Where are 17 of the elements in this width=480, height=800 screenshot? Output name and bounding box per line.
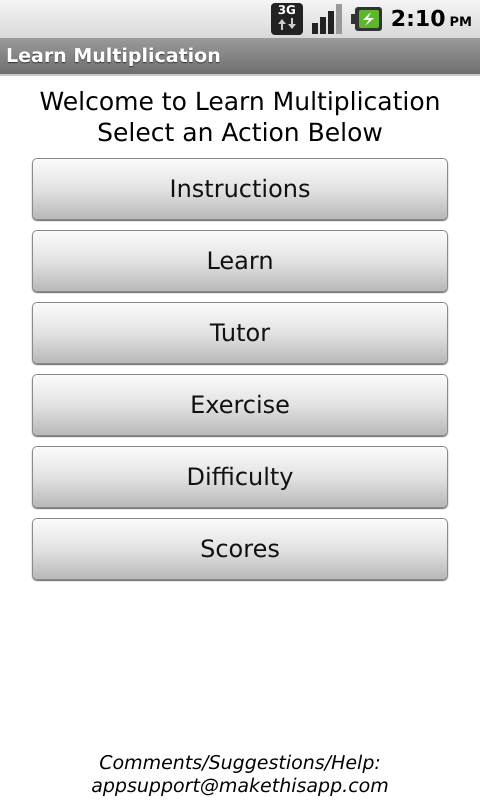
menu-button[interactable]: Instructions [32,158,448,220]
menu-button[interactable]: Tutor [32,302,448,364]
app-title: Learn Multiplication [6,44,221,69]
footer-text: appsupport@makethisapp.com [91,775,389,798]
footer-text: Comments/Suggestions/Help: [99,752,381,775]
heading-text: Welcome to Learn Multiplication [40,86,440,117]
heading-text: Select an Action Below [97,117,383,148]
menu-button[interactable]: Scores [32,518,448,580]
signal-icon [310,3,343,35]
clock-time: 2:10 [390,6,446,34]
menu-button[interactable]: Difficulty [32,446,448,508]
battery-charging-icon [350,6,383,32]
data-arrows-icon [276,17,297,31]
clock-meridiem: PM [450,14,472,32]
menu-button[interactable]: Exercise [32,374,448,436]
network-type: 3G [278,3,296,17]
menu-button[interactable]: Learn [32,230,448,292]
